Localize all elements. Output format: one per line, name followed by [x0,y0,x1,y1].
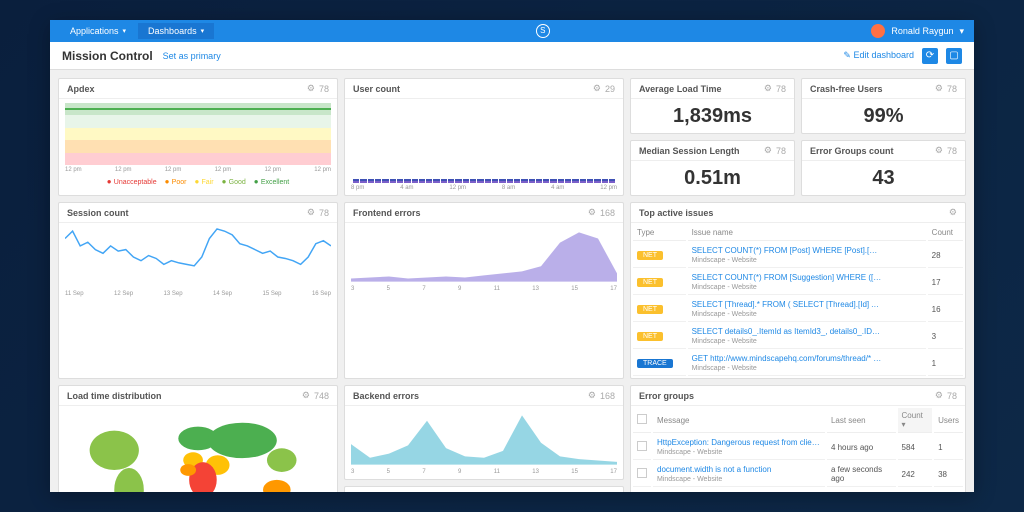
checkbox[interactable] [637,441,647,451]
card-title: Error groups [639,391,694,401]
gear-icon[interactable]: ⚙ [764,145,772,156]
gear-icon[interactable]: ⚙ [307,207,315,218]
card-title: User count [353,84,400,94]
card-crash-free: Crash-free Users⚙78 99% [801,78,966,134]
type-badge: NET [637,278,663,287]
card-title: Mobile errors [353,492,410,493]
backend-chart [351,410,617,465]
card-title: Apdex [67,84,95,94]
topbar: Applications Dashboards S Ronald Raygun … [50,20,974,42]
card-frontend-errors: Frontend errors⚙168 357911131517 [344,202,624,379]
issue-link[interactable]: SELECT [Thread].* FROM ( SELECT [Thread]… [692,300,882,309]
card-title: Median Session Length [639,146,740,156]
refresh-icon[interactable]: ⟳ [922,48,938,64]
card-title: Frontend errors [353,208,421,218]
gear-icon[interactable]: ⚙ [935,390,943,401]
table-row[interactable]: NET SELECT COUNT(*) FROM [Suggestion] WHE… [633,270,963,295]
error-link[interactable]: HttpException: Dangerous request from cl… [657,438,821,447]
session-chart [65,227,331,287]
table-row[interactable]: Object doesn't support property or metho… [633,489,963,492]
usercount-chart [351,103,617,183]
table-row[interactable]: document.width is not a functionMindscap… [633,462,963,487]
checkbox-all[interactable] [637,414,647,424]
card-usercount: User count⚙29 8 pm4 am12 pm8 am4 am12 pm [344,78,624,196]
card-title: Error Groups count [810,146,894,156]
table-row[interactable]: TRACE GET http://www.mindscapehq.com/foru… [633,351,963,376]
card-title: Session count [67,208,129,218]
settings-icon[interactable]: ▢ [946,48,962,64]
frontend-chart [351,227,617,282]
metric-value: 1,839ms [673,105,752,128]
card-mobile-errors: Mobile errors⚙168 357911131517 [344,486,624,492]
issue-link[interactable]: SELECT COUNT(*) FROM [Post] WHERE [Post]… [692,246,882,255]
titlebar: Mission Control Set as primary ✎ Edit da… [50,42,974,70]
card-title: Backend errors [353,391,419,401]
topbar-center: S [214,24,871,38]
table-row[interactable]: NET SELECT details0_.ItemId as ItemId3_, … [633,324,963,349]
user-name: Ronald Raygun [891,26,953,36]
type-badge: NET [637,251,663,260]
nav-applications[interactable]: Applications [60,23,136,39]
edit-dashboard-button[interactable]: ✎ Edit dashboard [843,50,914,61]
table-row[interactable]: HttpException: Dangerous request from cl… [633,435,963,460]
gear-icon[interactable]: ⚙ [588,390,596,401]
gear-icon[interactable]: ⚙ [764,83,772,94]
issues-table: Type Issue name Count NETSELECT COUNT(*)… [631,223,965,378]
gear-icon[interactable]: ⚙ [935,145,943,156]
apdex-legend: Unacceptable Poor Fair Good Excellent [65,177,331,186]
gear-icon[interactable]: ⚙ [588,207,596,218]
card-apdex: Apdex⚙78 12 pm12 pm12 pm12 pm12 pm12 pm … [58,78,338,196]
metric-value: 99% [863,105,903,128]
gear-icon[interactable]: ⚙ [302,390,310,401]
topnav: Applications Dashboards [60,23,214,39]
user-menu[interactable]: Ronald Raygun ▾ [871,24,964,38]
metric-value: 0.51m [684,167,741,190]
card-title: Top active issues [639,208,713,218]
issue-link[interactable]: SELECT COUNT(*) FROM [Suggestion] WHERE … [692,273,882,282]
gear-icon[interactable]: ⚙ [949,207,957,218]
table-row[interactable]: NET SELECT [Thread].* FROM ( SELECT [Thre… [633,297,963,322]
avatar [871,24,885,38]
type-badge: TRACE [637,359,673,368]
world-map [65,410,331,492]
page-title: Mission Control [62,49,153,63]
card-session-length: Median Session Length⚙78 0.51m [630,140,795,196]
errors-table: Message Last seen Count ▾ Users HttpExce… [631,406,965,492]
set-primary-link[interactable]: Set as primary [163,51,221,61]
gear-icon[interactable]: ⚙ [307,83,315,94]
checkbox[interactable] [637,468,647,478]
gear-icon[interactable]: ⚙ [593,83,601,94]
gear-icon[interactable]: ⚙ [935,83,943,94]
error-link[interactable]: document.width is not a function [657,465,821,474]
logo-icon: S [536,24,550,38]
card-error-groups-count: Error Groups count⚙78 43 [801,140,966,196]
nav-dashboards[interactable]: Dashboards [138,23,214,39]
issue-link[interactable]: SELECT details0_.ItemId as ItemId3_, det… [692,327,882,336]
card-error-groups: Error groups⚙78 Message Last seen Count … [630,385,966,492]
card-title: Crash-free Users [810,84,883,94]
metric-value: 43 [872,167,894,190]
card-backend-errors: Backend errors⚙168 357911131517 [344,385,624,480]
card-top-issues: Top active issues ⚙ Type Issue name Count… [630,202,966,379]
chevron-down-icon: ▾ [959,26,964,37]
apdex-chart [65,103,331,165]
card-session-count: Session count⚙78 11 Sep12 Sep13 Sep14 Se… [58,202,338,379]
gear-icon[interactable]: ⚙ [588,491,596,492]
card-load-time-dist: Load time distribution⚙748 Fast Slow [58,385,338,492]
card-title: Load time distribution [67,391,162,401]
type-badge: NET [637,305,663,314]
issue-link[interactable]: GET http://www.mindscapehq.com/forums/th… [692,354,882,363]
card-avg-load-time: Average Load Time⚙78 1,839ms [630,78,795,134]
card-title: Average Load Time [639,84,722,94]
type-badge: NET [637,332,663,341]
dashboard-grid: Apdex⚙78 12 pm12 pm12 pm12 pm12 pm12 pm … [50,70,974,492]
app-window: Applications Dashboards S Ronald Raygun … [50,20,974,492]
table-row[interactable]: NET SELECT COUNT(*) FROM [Post] WHERE [Po… [633,243,963,268]
